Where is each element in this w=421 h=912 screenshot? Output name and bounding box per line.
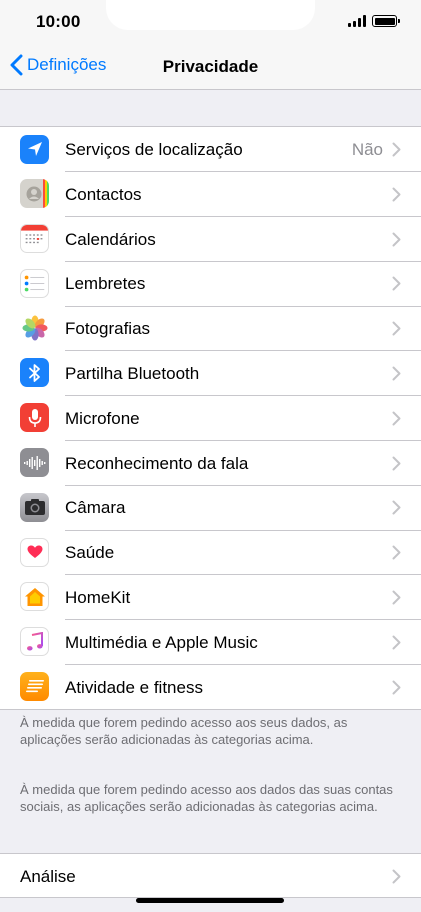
row-label: Lembretes <box>65 274 146 294</box>
row-contacts[interactable]: Contactos <box>0 172 421 217</box>
row-speech-recognition[interactable]: Reconhecimento da fala <box>0 441 421 486</box>
row-location-services[interactable]: Serviços de localização Não <box>0 127 421 172</box>
analysis-section: Análise <box>0 853 421 898</box>
row-health[interactable]: Saúde <box>0 530 421 575</box>
status-time: 10:00 <box>36 12 81 31</box>
chevron-right-icon <box>392 232 401 247</box>
chevron-right-icon <box>392 635 401 650</box>
chevron-right-icon <box>392 590 401 605</box>
row-reminders[interactable]: Lembretes <box>0 261 421 307</box>
row-label: Partilha Bluetooth <box>65 363 200 383</box>
status-bar: 10:00 <box>0 0 421 44</box>
row-label: Câmara <box>65 498 126 518</box>
chevron-right-icon <box>392 187 401 202</box>
chevron-right-icon <box>392 276 401 291</box>
fitness-lines-icon <box>20 672 49 702</box>
chevron-right-icon <box>392 321 401 336</box>
waveform-icon <box>20 448 49 478</box>
chevron-right-icon <box>392 366 401 381</box>
contacts-icon <box>20 179 49 209</box>
chevron-right-icon <box>392 142 401 157</box>
row-value: Não <box>351 140 383 159</box>
row-label: Serviços de localização <box>65 140 243 159</box>
row-label: Fotografias <box>65 319 151 339</box>
battery-icon <box>372 15 400 27</box>
calendar-icon <box>20 224 49 254</box>
row-microphone[interactable]: Microfone <box>0 396 421 441</box>
chevron-right-icon <box>392 545 401 560</box>
row-label: Reconhecimento da fala <box>65 453 249 473</box>
row-label: Multimédia e Apple Music <box>65 632 258 652</box>
heart-icon <box>20 537 49 567</box>
reminders-icon <box>20 268 49 298</box>
signal-icon <box>348 15 366 27</box>
page-title: Privacidade <box>162 57 259 76</box>
row-calendars[interactable]: Calendários <box>0 217 421 262</box>
row-bluetooth[interactable]: Partilha Bluetooth <box>0 351 421 396</box>
privacy-list: Serviços de localização Não Contactos Ca… <box>0 126 421 711</box>
row-label: HomeKit <box>65 587 131 607</box>
row-analysis[interactable]: Análise <box>0 854 421 899</box>
navigation-bar: Definições Privacidade <box>0 44 421 90</box>
row-media-apple-music[interactable]: Multimédia e Apple Music <box>0 620 421 665</box>
chevron-right-icon <box>392 680 401 695</box>
home-indicator[interactable] <box>136 898 284 903</box>
home-icon <box>20 582 49 612</box>
row-label: Calendários <box>65 229 156 249</box>
footer-note-social: À medida que forem pedindo acesso aos da… <box>20 782 393 814</box>
screen: 10:00 Definições Privacidade Serviços de… <box>0 0 421 912</box>
notch <box>106 0 315 30</box>
row-label: Análise <box>20 867 76 886</box>
chevron-right-icon <box>392 411 401 426</box>
row-label: Microfone <box>65 408 140 428</box>
chevron-right-icon <box>392 500 401 515</box>
row-camera[interactable]: Câmara <box>0 485 421 531</box>
status-icons <box>348 15 400 27</box>
footer-note: À medida que forem pedindo acesso aos se… <box>20 715 348 747</box>
bluetooth-icon <box>20 358 49 388</box>
music-note-icon <box>20 627 49 657</box>
chevron-right-icon <box>392 456 401 471</box>
photos-flower-icon <box>20 313 49 343</box>
row-activity-fitness[interactable]: Atividade e fitness <box>0 665 421 710</box>
row-label: Atividade e fitness <box>65 677 203 697</box>
microphone-icon <box>20 403 49 433</box>
row-homekit[interactable]: HomeKit <box>0 575 421 620</box>
row-photos[interactable]: Fotografias <box>0 306 421 351</box>
location-arrow-icon <box>20 134 49 164</box>
row-label: Contactos <box>65 184 142 204</box>
camera-icon <box>20 492 49 522</box>
chevron-right-icon <box>392 869 401 884</box>
row-label: Saúde <box>65 543 115 563</box>
